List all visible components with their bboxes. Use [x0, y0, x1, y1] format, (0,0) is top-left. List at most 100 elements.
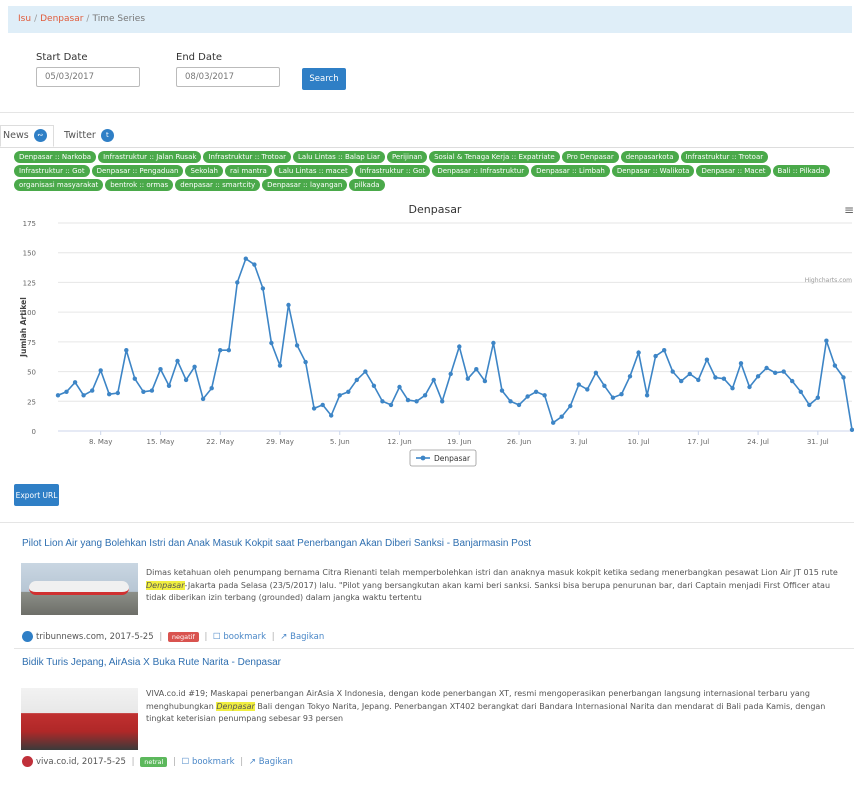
data-point[interactable] — [55, 393, 61, 398]
topic-tag[interactable]: pilkada — [349, 179, 385, 191]
topic-tag[interactable]: Infrastruktur :: Trotoar — [203, 151, 292, 163]
chart-menu-icon[interactable]: ≡ — [844, 203, 854, 217]
data-point[interactable] — [397, 384, 402, 390]
topic-tag[interactable]: Infrastruktur :: Jalan Rusak — [98, 151, 202, 163]
data-point[interactable] — [380, 399, 385, 404]
data-point[interactable] — [679, 378, 684, 384]
search-button[interactable]: Search — [302, 68, 346, 90]
data-point[interactable] — [388, 402, 394, 408]
data-point[interactable] — [747, 384, 752, 390]
data-point[interactable] — [337, 393, 342, 398]
data-point[interactable] — [320, 402, 325, 408]
data-point[interactable] — [72, 380, 78, 385]
data-point[interactable] — [124, 348, 129, 353]
data-point[interactable] — [713, 375, 718, 380]
data-point[interactable] — [568, 403, 573, 409]
data-point[interactable] — [499, 388, 505, 393]
data-point[interactable] — [482, 378, 488, 384]
data-point[interactable] — [781, 369, 786, 374]
topic-tag[interactable]: rai mantra — [225, 165, 272, 177]
share-link[interactable]: ↗ Bagikan — [280, 632, 324, 642]
data-point[interactable] — [832, 363, 838, 368]
data-point[interactable] — [311, 406, 317, 411]
topic-tag[interactable]: Infrastruktur :: Got — [354, 165, 431, 177]
data-point[interactable] — [303, 359, 308, 365]
data-point[interactable] — [474, 367, 479, 372]
article-title-link[interactable]: Pilot Lion Air yang Bolehkan Istri dan A… — [22, 538, 854, 549]
data-point[interactable] — [559, 414, 564, 419]
data-point[interactable] — [115, 390, 121, 396]
data-point[interactable] — [414, 399, 419, 404]
tab-twitter[interactable]: Twitter t — [64, 129, 114, 142]
data-point[interactable] — [551, 420, 556, 425]
data-point[interactable] — [516, 402, 522, 408]
data-point[interactable] — [107, 392, 112, 397]
topic-tag[interactable]: Denpasar :: Macet — [696, 165, 771, 177]
data-point[interactable] — [354, 377, 359, 383]
data-point[interactable] — [662, 348, 667, 353]
data-point[interactable] — [448, 371, 453, 377]
data-point[interactable] — [363, 369, 368, 374]
data-point[interactable] — [738, 361, 744, 366]
topic-tag[interactable]: Bali :: Pilkada — [772, 165, 830, 177]
data-point[interactable] — [64, 389, 69, 394]
data-point[interactable] — [525, 394, 530, 399]
data-point[interactable] — [721, 376, 727, 381]
data-point[interactable] — [98, 368, 103, 373]
data-point[interactable] — [585, 387, 590, 392]
data-point[interactable] — [226, 348, 231, 353]
data-point[interactable] — [508, 399, 513, 404]
topic-tag[interactable]: Denpasar :: layangan — [262, 179, 348, 191]
data-point[interactable] — [764, 365, 769, 371]
data-point[interactable] — [849, 427, 854, 432]
data-point[interactable] — [644, 393, 650, 398]
data-point[interactable] — [277, 363, 283, 368]
topic-tag[interactable]: Denpasar :: Limbah — [531, 165, 610, 177]
data-point[interactable] — [457, 344, 462, 349]
data-point[interactable] — [166, 383, 172, 388]
data-point[interactable] — [286, 302, 291, 308]
data-point[interactable] — [687, 371, 692, 377]
data-point[interactable] — [815, 395, 820, 400]
data-point[interactable] — [405, 397, 411, 403]
data-point[interactable] — [542, 393, 547, 398]
data-point[interactable] — [593, 370, 599, 375]
data-point[interactable] — [218, 348, 223, 353]
data-point[interactable] — [371, 383, 377, 388]
end-date-input[interactable] — [176, 67, 280, 87]
data-point[interactable] — [576, 382, 581, 387]
data-point[interactable] — [81, 393, 86, 398]
data-point[interactable] — [773, 370, 778, 375]
topic-tag[interactable]: Perijinan — [386, 151, 428, 163]
data-point[interactable] — [269, 340, 274, 346]
data-point[interactable] — [346, 389, 351, 394]
share-link[interactable]: ↗ Bagikan — [249, 757, 293, 767]
data-point[interactable] — [149, 388, 155, 393]
data-point[interactable] — [755, 374, 761, 379]
data-point[interactable] — [824, 338, 829, 343]
tab-news[interactable]: News ∾ — [0, 125, 54, 147]
breadcrumb-root-link[interactable]: Isu — [18, 14, 31, 24]
data-point[interactable] — [790, 378, 795, 384]
topic-tag[interactable]: Denpasar :: Narkoba — [14, 151, 97, 163]
data-point[interactable] — [602, 383, 607, 388]
data-point[interactable] — [422, 393, 428, 398]
data-point[interactable] — [653, 353, 658, 359]
topic-tag[interactable]: Lalu Lintas :: macet — [273, 165, 353, 177]
data-point[interactable] — [807, 402, 812, 408]
data-point[interactable] — [235, 280, 240, 285]
topic-tag[interactable]: organisasi masyarakat — [14, 179, 104, 191]
data-point[interactable] — [200, 396, 206, 402]
data-point[interactable] — [183, 377, 189, 383]
topic-tag[interactable]: Sosial & Tenaga Kerja :: Expatriate — [429, 151, 560, 163]
bookmark-link[interactable]: ☐ bookmark — [213, 632, 266, 642]
data-point[interactable] — [260, 286, 266, 291]
data-point[interactable] — [294, 343, 300, 348]
data-point[interactable] — [252, 262, 257, 267]
article-thumbnail[interactable] — [21, 563, 138, 615]
data-point[interactable] — [627, 374, 633, 379]
data-point[interactable] — [141, 389, 146, 394]
export-url-button[interactable]: Export URL — [14, 484, 59, 506]
topic-tag[interactable]: Denpasar :: Infrastruktur — [432, 165, 530, 177]
breadcrumb-parent-link[interactable]: Denpasar — [40, 14, 83, 24]
